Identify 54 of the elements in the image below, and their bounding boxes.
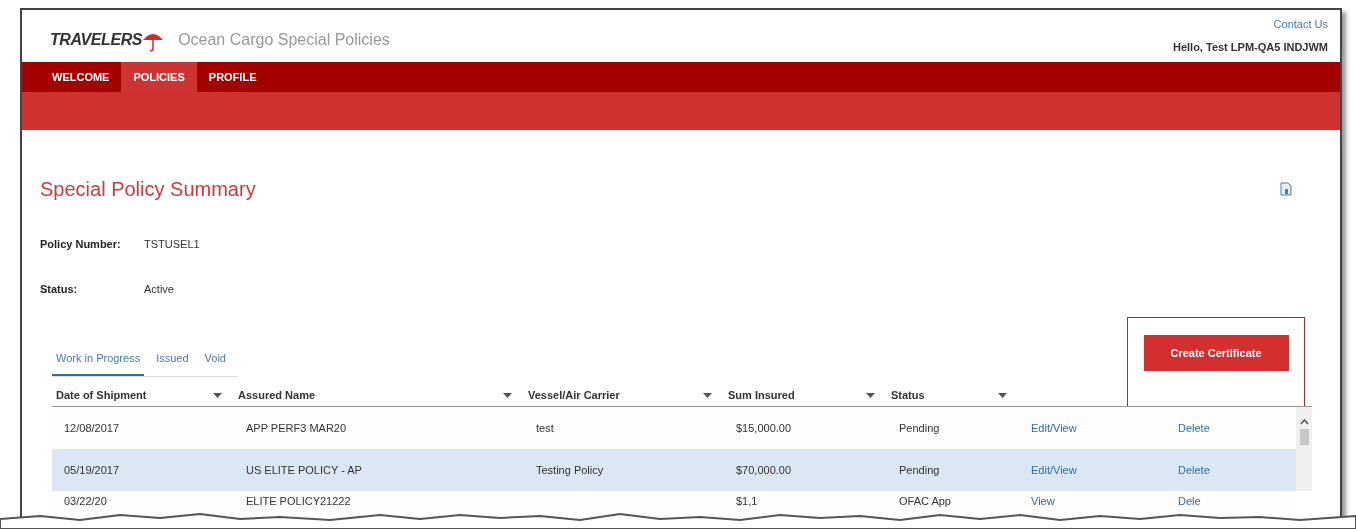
- sort-caret-icon[interactable]: [213, 393, 222, 398]
- field-label: Policy Number:: [40, 237, 122, 252]
- table-row[interactable]: 03/22/20 ELITE POLICY21222 $1,1 OFAC App View Dele: [52, 491, 1296, 507]
- sort-caret-icon[interactable]: [703, 393, 712, 398]
- column-header[interactable]: Assured Name: [238, 387, 316, 404]
- table-cell: US ELITE POLICY - AP: [246, 463, 362, 476]
- tab[interactable]: Void: [200, 349, 230, 376]
- tab[interactable]: Issued: [152, 349, 193, 376]
- edit-view-link[interactable]: View: [1031, 495, 1055, 507]
- table-cell: 03/22/20: [64, 495, 107, 507]
- sort-caret-icon[interactable]: [998, 393, 1007, 398]
- document-icon[interactable]: [1280, 182, 1292, 196]
- delete-link[interactable]: Delete: [1178, 463, 1210, 476]
- sort-caret-icon[interactable]: [503, 393, 512, 398]
- table-row[interactable]: 05/19/2017 US ELITE POLICY - AP Testing Policy $70,000.00 Pending Edit/View Delete: [52, 449, 1296, 491]
- table-cell: 05/19/2017: [64, 463, 120, 476]
- table-cell: Pending: [899, 463, 940, 476]
- delete-link[interactable]: Dele: [1178, 495, 1201, 507]
- table-row[interactable]: 12/08/2017 APP PERF3 MAR20 test $15,000.00 Pending Edit/View Delete: [52, 407, 1296, 449]
- contact-link[interactable]: Contact Us: [1273, 16, 1328, 33]
- field-value: Active: [144, 281, 174, 297]
- edit-view-link[interactable]: Edit/View: [1031, 463, 1077, 476]
- edit-view-link[interactable]: Edit/View: [1031, 421, 1077, 434]
- sort-caret-icon[interactable]: [866, 393, 875, 398]
- field-label: Status:: [40, 281, 79, 297]
- table-cell: ELITE POLICY21222: [246, 495, 351, 507]
- column-header[interactable]: Date of Shipment: [56, 387, 147, 404]
- table-cell: Pending: [899, 421, 940, 434]
- scroll-up-icon[interactable]: [1299, 419, 1309, 425]
- nav-tab[interactable]: WELCOME: [40, 62, 122, 92]
- table-cell: test: [536, 421, 554, 434]
- page-title: Special Policy Summary: [40, 177, 256, 202]
- delete-link[interactable]: Delete: [1178, 421, 1210, 434]
- umbrella-logo-icon: [142, 32, 165, 52]
- field-value: TSTUSEL1: [144, 237, 200, 252]
- column-header[interactable]: Sum Insured: [728, 387, 795, 404]
- column-header[interactable]: Status: [891, 387, 925, 404]
- table-cell: 12/08/2017: [64, 421, 120, 434]
- table-cell: APP PERF3 MAR20: [246, 421, 347, 434]
- app-title: Ocean Cargo Special Policies: [178, 30, 390, 50]
- nav-tab[interactable]: POLICIES: [121, 62, 197, 92]
- table-cell: $15,000.00: [736, 421, 792, 434]
- table-cell: $1,1: [736, 495, 758, 507]
- table-cell: Testing Policy: [536, 463, 604, 476]
- scrollbar[interactable]: [1296, 407, 1312, 491]
- tab[interactable]: Work in Progress: [52, 349, 145, 376]
- logo-text: TRAVELERS: [50, 30, 143, 50]
- greeting-text: Hello, Test LPM-QA5 INDJWM: [1172, 39, 1328, 55]
- table-cell: OFAC App: [899, 495, 951, 507]
- create-certificate-button[interactable]: Create Certificate: [1143, 335, 1289, 371]
- table-cell: $70,000.00: [736, 463, 792, 476]
- column-header[interactable]: Vessel/Air Carrier: [528, 387, 620, 404]
- nav-tab[interactable]: PROFILE: [196, 62, 269, 92]
- scroll-thumb[interactable]: [1299, 429, 1309, 445]
